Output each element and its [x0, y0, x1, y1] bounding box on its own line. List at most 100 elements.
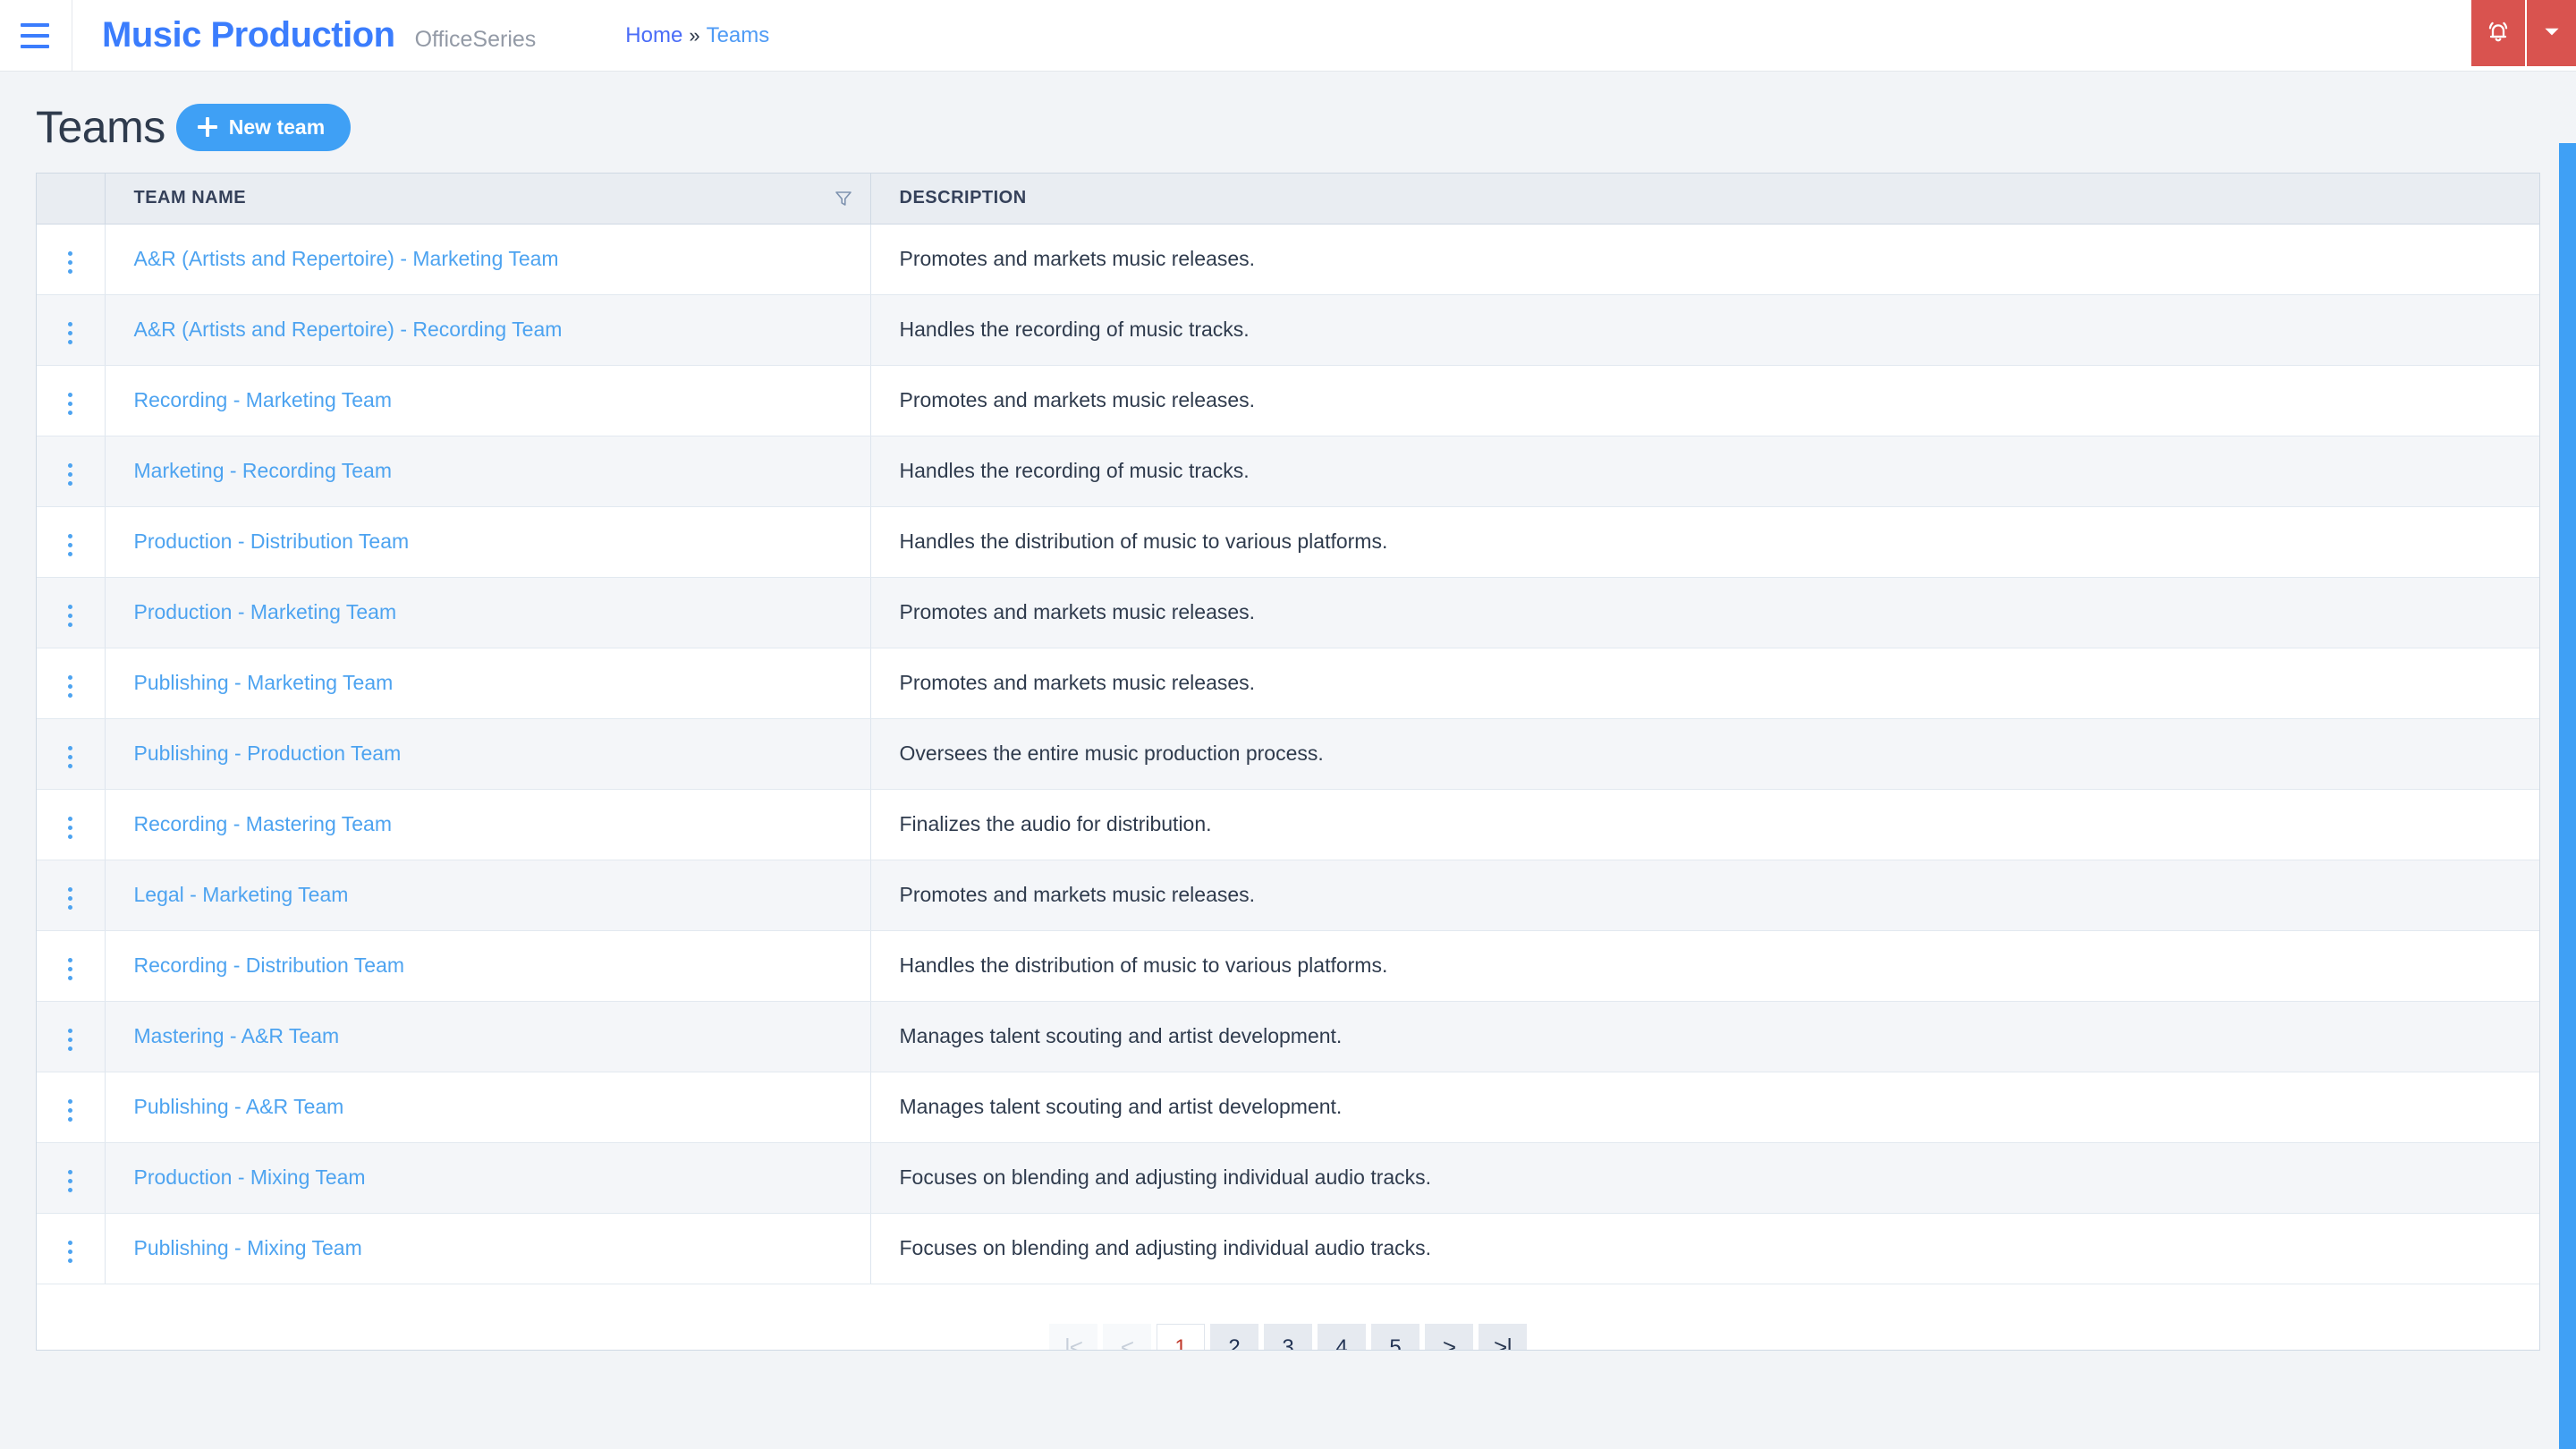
row-actions-cell: [37, 365, 105, 436]
kebab-dot: [68, 1258, 73, 1263]
kebab-menu-icon[interactable]: [61, 1163, 80, 1199]
pagination-page-3[interactable]: 3: [1264, 1323, 1312, 1350]
kebab-menu-icon[interactable]: [61, 315, 80, 352]
kebab-dot: [68, 675, 73, 680]
kebab-dot: [68, 251, 73, 256]
team-name-link[interactable]: Publishing - Production Team: [134, 741, 402, 765]
column-header-description-label: DESCRIPTION: [899, 188, 1027, 208]
team-name-link[interactable]: Recording - Mastering Team: [134, 812, 392, 835]
kebab-dot: [68, 976, 73, 980]
team-name-link[interactable]: Production - Marketing Team: [134, 600, 397, 623]
table-row: Marketing - Recording Team Handles the re…: [37, 436, 2539, 507]
row-actions-cell: [37, 648, 105, 719]
team-name-link[interactable]: Marketing - Recording Team: [134, 459, 392, 482]
teams-table-card: TEAM NAME DESCRIPTION A&R (Artists and R…: [36, 173, 2540, 1351]
kebab-dot: [68, 605, 73, 609]
team-description-cell: Manages talent scouting and artist devel…: [869, 1001, 2539, 1072]
kebab-menu-icon[interactable]: [61, 386, 80, 422]
new-team-button[interactable]: New team: [175, 103, 352, 151]
caret-down-icon: [2540, 20, 2563, 47]
team-description-cell: Handles the distribution of music to var…: [869, 930, 2539, 1002]
breadcrumb-item-teams[interactable]: Teams: [707, 23, 770, 48]
kebab-dot: [68, 746, 73, 750]
kebab-dot: [68, 322, 73, 326]
kebab-menu-icon[interactable]: [61, 668, 80, 705]
kebab-dot: [68, 817, 73, 821]
breadcrumb-item-home[interactable]: Home: [625, 23, 682, 48]
table-row: Recording - Mastering Team Finalizes the …: [37, 789, 2539, 860]
page-content: Teams New team TEAM NAME DESCRIPTION A&R…: [0, 72, 2576, 1449]
team-name-cell: Publishing - Production Team: [104, 718, 870, 790]
notifications-button[interactable]: [2471, 0, 2525, 66]
scrollbar-thumb[interactable]: [2559, 143, 2576, 1449]
team-name-link[interactable]: Mastering - A&R Team: [134, 1024, 340, 1047]
team-name-cell: Recording - Distribution Team: [104, 930, 870, 1002]
team-description-cell: Handles the recording of music tracks.: [869, 436, 2539, 507]
pagination-page-2[interactable]: 2: [1210, 1323, 1258, 1350]
team-name-cell: Publishing - A&R Team: [104, 1072, 870, 1143]
pagination-last-button[interactable]: >|: [1479, 1323, 1527, 1350]
team-description-cell: Handles the distribution of music to var…: [869, 506, 2539, 578]
kebab-menu-icon[interactable]: [61, 244, 80, 281]
pagination-page-5[interactable]: 5: [1371, 1323, 1419, 1350]
kebab-dot: [68, 411, 73, 415]
team-description-text: Finalizes the audio for distribution.: [899, 812, 1212, 835]
table-row: Publishing - Production Team Oversees the…: [37, 718, 2539, 790]
kebab-menu-icon[interactable]: [61, 1021, 80, 1058]
kebab-dot: [68, 269, 73, 274]
new-team-button-label: New team: [228, 114, 326, 139]
team-name-cell: Production - Distribution Team: [104, 506, 870, 578]
kebab-menu-icon[interactable]: [61, 880, 80, 917]
plus-icon: [197, 117, 217, 137]
row-actions-cell: [37, 718, 105, 790]
kebab-menu-icon[interactable]: [61, 951, 80, 987]
pagination-prev-button[interactable]: <: [1103, 1323, 1151, 1350]
team-name-link[interactable]: Recording - Marketing Team: [134, 388, 392, 411]
pagination-next-button[interactable]: >: [1425, 1323, 1473, 1350]
team-description-cell: Promotes and markets music releases.: [869, 648, 2539, 719]
kebab-menu-icon[interactable]: [61, 527, 80, 564]
kebab-menu-icon[interactable]: [61, 597, 80, 634]
team-name-link[interactable]: Publishing - Mixing Team: [134, 1236, 362, 1259]
table-row: Mastering - A&R Team Manages talent scout…: [37, 1001, 2539, 1072]
team-description-cell: Focuses on blending and adjusting indivi…: [869, 1213, 2539, 1284]
row-actions-cell: [37, 506, 105, 578]
kebab-menu-icon[interactable]: [61, 809, 80, 846]
pagination-page-1[interactable]: 1: [1157, 1323, 1205, 1350]
column-header-team-name[interactable]: TEAM NAME: [104, 174, 870, 225]
kebab-dot: [68, 905, 73, 910]
pagination-page-4[interactable]: 4: [1318, 1323, 1366, 1350]
kebab-dot: [68, 402, 73, 406]
kebab-menu-icon[interactable]: [61, 456, 80, 493]
pagination-first-button[interactable]: |<: [1049, 1323, 1097, 1350]
team-name-link[interactable]: Production - Distribution Team: [134, 530, 410, 553]
kebab-menu-icon[interactable]: [61, 739, 80, 775]
team-description-cell: Manages talent scouting and artist devel…: [869, 1072, 2539, 1143]
team-name-link[interactable]: A&R (Artists and Repertoire) - Marketing…: [134, 247, 559, 270]
team-name-link[interactable]: Production - Mixing Team: [134, 1165, 366, 1189]
account-dropdown-button[interactable]: [2525, 0, 2576, 66]
kebab-dot: [68, 472, 73, 477]
kebab-dot: [68, 693, 73, 698]
kebab-menu-icon[interactable]: [61, 1092, 80, 1129]
team-name-link[interactable]: Publishing - Marketing Team: [134, 671, 394, 694]
team-name-link[interactable]: Recording - Distribution Team: [134, 953, 405, 977]
team-description-cell: Handles the recording of music tracks.: [869, 294, 2539, 366]
page-scrollbar[interactable]: [2559, 143, 2576, 1449]
breadcrumb: Home » Teams: [625, 23, 769, 48]
table-row: A&R (Artists and Repertoire) - Recording…: [37, 294, 2539, 366]
kebab-dot: [68, 1108, 73, 1113]
team-description-text: Handles the distribution of music to var…: [899, 953, 1388, 977]
kebab-dot: [68, 755, 73, 759]
table-header-row: TEAM NAME DESCRIPTION: [37, 174, 2539, 225]
column-header-description[interactable]: DESCRIPTION: [869, 174, 2539, 225]
table-row: Legal - Marketing Team Promotes and marke…: [37, 860, 2539, 931]
filter-funnel-icon[interactable]: [833, 188, 854, 209]
bell-icon: [2484, 17, 2512, 50]
hamburger-icon[interactable]: [14, 20, 55, 52]
team-name-link[interactable]: A&R (Artists and Repertoire) - Recording…: [134, 318, 563, 341]
kebab-menu-icon[interactable]: [61, 1233, 80, 1270]
team-name-link[interactable]: Publishing - A&R Team: [134, 1095, 344, 1118]
team-name-link[interactable]: Legal - Marketing Team: [134, 883, 349, 906]
kebab-dot: [68, 1188, 73, 1192]
